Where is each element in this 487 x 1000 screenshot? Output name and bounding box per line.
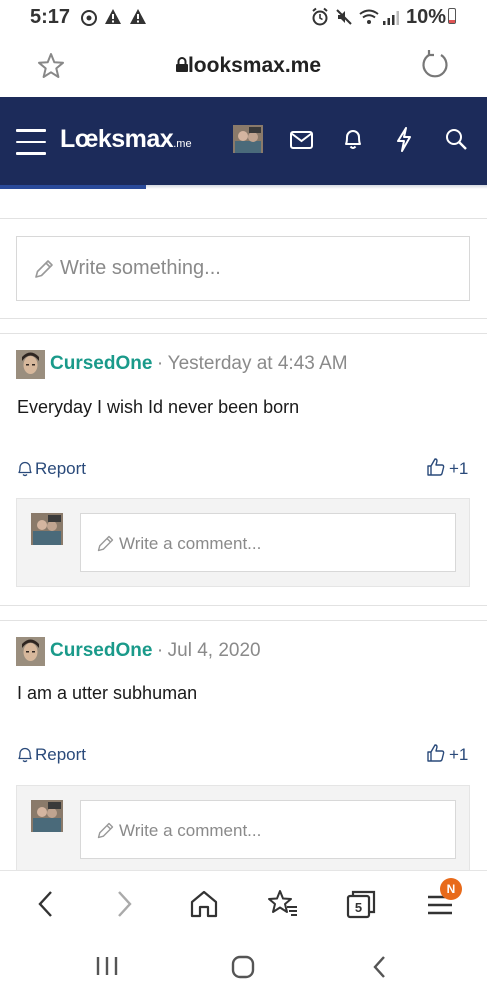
- divider: [0, 333, 487, 334]
- post-header: CursedOne · Jul 4, 2020: [50, 640, 261, 662]
- like-count[interactable]: +1: [449, 745, 468, 765]
- bell-icon: [18, 461, 32, 477]
- warning-icon: [105, 9, 121, 24]
- signal-icon: [383, 11, 399, 25]
- mail-icon[interactable]: [290, 131, 313, 149]
- warning-icon: [130, 9, 146, 24]
- divider: [0, 218, 487, 219]
- search-icon[interactable]: [445, 128, 467, 150]
- wifi-icon: [359, 9, 379, 24]
- post-text: I am a utter subhuman: [17, 683, 198, 703]
- post-timestamp[interactable]: Jul 4, 2020: [168, 640, 261, 661]
- battery-percent: 10%: [406, 6, 447, 28]
- meta-separator: ·: [156, 640, 164, 661]
- like-count[interactable]: +1: [449, 459, 468, 479]
- android-nav-bar: [0, 938, 487, 1000]
- pencil-icon: [97, 822, 114, 839]
- reload-icon[interactable]: [420, 50, 450, 80]
- mute-icon: [336, 9, 352, 25]
- status-bar: 5:17 10%: [0, 0, 487, 34]
- home-button-icon[interactable]: [230, 954, 256, 980]
- thumbs-up-icon[interactable]: [426, 457, 446, 477]
- comment-placeholder: Write a comment...: [119, 821, 262, 840]
- status-time: 5:17: [30, 6, 71, 28]
- divider: [0, 620, 487, 621]
- alarm-icon: [312, 7, 328, 26]
- bell-icon[interactable]: [343, 128, 363, 150]
- recent-apps-icon[interactable]: [95, 955, 119, 977]
- divider: [0, 318, 487, 319]
- url-text[interactable]: looksmax.me: [0, 54, 487, 78]
- user-avatar: [31, 513, 63, 545]
- author-avatar[interactable]: [16, 350, 45, 379]
- post-text: Everyday I wish Id never been born: [17, 397, 300, 417]
- back-button-icon[interactable]: [370, 954, 388, 980]
- meta-separator: ·: [156, 353, 164, 374]
- sync-status-icon: [81, 10, 97, 26]
- bell-icon: [18, 747, 32, 763]
- browser-toolbar: 5: [0, 870, 487, 939]
- back-icon[interactable]: [36, 889, 56, 919]
- pencil-icon: [97, 535, 114, 552]
- report-link[interactable]: Report: [35, 459, 86, 479]
- home-icon[interactable]: [189, 889, 219, 919]
- page-load-progress: [0, 185, 146, 189]
- bolt-icon[interactable]: [396, 127, 412, 152]
- author-name[interactable]: CursedOne: [50, 640, 152, 661]
- hamburger-icon[interactable]: [16, 129, 46, 155]
- comment-placeholder: Write a comment...: [119, 534, 262, 553]
- author-avatar[interactable]: [16, 637, 45, 666]
- composer-placeholder: Write something...: [60, 257, 221, 279]
- menu-notification-badge: N: [440, 878, 462, 900]
- post-header: CursedOne · Yesterday at 4:43 AM: [50, 353, 348, 375]
- user-avatar[interactable]: [233, 125, 263, 153]
- site-header: Lœksmax.me: [0, 97, 487, 185]
- user-avatar: [31, 800, 63, 832]
- tab-count: 5: [354, 900, 363, 915]
- pencil-icon: [35, 260, 53, 278]
- browser-url-bar: looksmax.me: [0, 34, 487, 97]
- report-link[interactable]: Report: [35, 745, 86, 765]
- battery-icon: [448, 8, 456, 24]
- site-logo[interactable]: Lœksmax.me: [60, 125, 192, 154]
- author-name[interactable]: CursedOne: [50, 353, 152, 374]
- thumbs-up-icon[interactable]: [426, 743, 446, 763]
- forward-icon[interactable]: [114, 889, 134, 919]
- divider: [0, 605, 487, 606]
- bookmarks-icon[interactable]: [267, 888, 299, 920]
- post-timestamp[interactable]: Yesterday at 4:43 AM: [168, 353, 348, 374]
